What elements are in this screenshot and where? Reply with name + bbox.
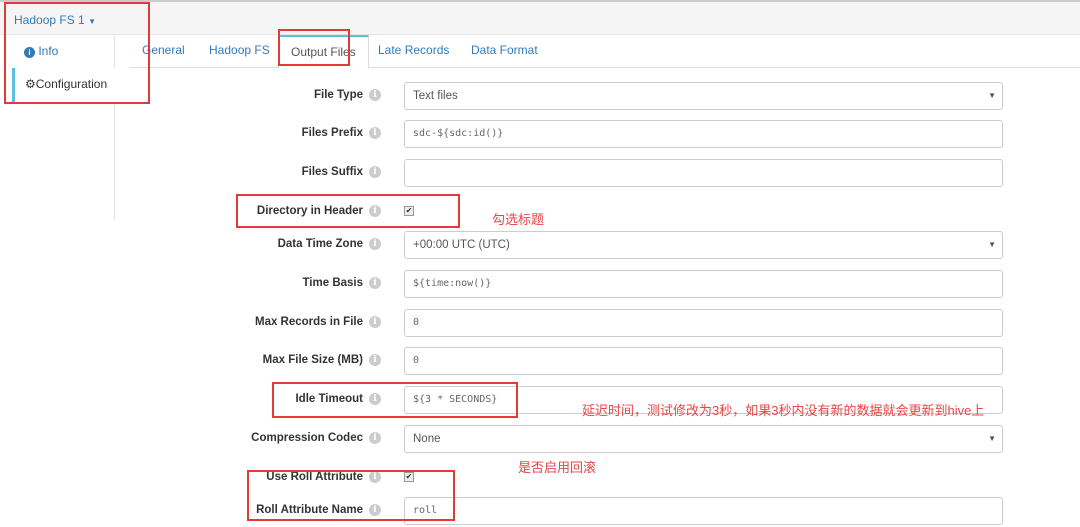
max-file-size-mb-input[interactable]: 0 — [404, 347, 1003, 375]
compression-codec-select[interactable]: None ▼ — [404, 425, 1003, 453]
config-tabs: General Hadoop FS Output Files Late Reco… — [130, 35, 1080, 69]
field-row-max-file-size-mb: Max File Size (MB) i 0 — [0, 347, 1080, 375]
field-label: Data Time Zone — [277, 238, 363, 250]
info-icon[interactable]: i — [369, 393, 381, 405]
select-value: +00:00 UTC (UTC) — [413, 239, 510, 251]
time-basis-input[interactable]: ${time:now()} — [404, 270, 1003, 298]
field-label: Max Records in File — [254, 316, 363, 328]
info-icon[interactable]: i — [369, 127, 381, 139]
field-label: Directory in Header — [256, 205, 363, 217]
info-icon[interactable]: i — [369, 205, 381, 217]
info-icon[interactable]: i — [369, 354, 381, 366]
field-label: Max File Size (MB) — [262, 354, 363, 366]
field-row-file-type: File Type i Text files ▼ — [0, 82, 1080, 110]
annotation-idle-timeout: 延迟时间，测试修改为3秒，如果3秒内没有新的数据就会更新到hive上 — [582, 403, 985, 418]
stage-title-dropdown[interactable]: Hadoop FS 1 ▼ — [14, 13, 96, 27]
field-label: Time Basis — [302, 277, 363, 289]
info-icon: i — [24, 47, 35, 58]
caret-down-icon: ▼ — [988, 240, 996, 249]
data-time-zone-select[interactable]: +00:00 UTC (UTC) ▼ — [404, 231, 1003, 259]
tab-late-records[interactable]: Late Records — [366, 35, 461, 68]
use-roll-attribute-checkbox[interactable]: ✔ — [404, 472, 414, 482]
tab-hadoop-fs[interactable]: Hadoop FS — [197, 35, 282, 68]
field-row-data-time-zone: Data Time Zone i +00:00 UTC (UTC) ▼ — [0, 231, 1080, 259]
info-icon[interactable]: i — [369, 471, 381, 483]
annotation-directory-header: 勾选标题 — [492, 212, 545, 227]
file-type-select[interactable]: Text files ▼ — [404, 82, 1003, 110]
caret-down-icon: ▼ — [988, 91, 996, 100]
annotation-roll-attribute: 是否启用回滚 — [518, 460, 597, 475]
info-icon[interactable]: i — [369, 166, 381, 178]
info-icon[interactable]: i — [369, 432, 381, 444]
stage-header: Hadoop FS 1 ▼ — [0, 0, 1080, 35]
files-suffix-input[interactable] — [404, 159, 1003, 187]
field-row-max-records-in-file: Max Records in File i 0 — [0, 309, 1080, 337]
info-icon[interactable]: i — [369, 238, 381, 250]
field-label: Use Roll Attribute — [266, 471, 363, 483]
stage-title: Hadoop FS 1 — [14, 13, 85, 27]
tab-data-format[interactable]: Data Format — [459, 35, 550, 68]
select-value: Text files — [413, 90, 458, 102]
info-icon[interactable]: i — [369, 316, 381, 328]
field-label: Compression Codec — [251, 432, 363, 444]
roll-attribute-name-input[interactable]: roll — [404, 497, 1003, 525]
field-row-time-basis: Time Basis i ${time:now()} — [0, 270, 1080, 298]
caret-down-icon: ▼ — [88, 17, 96, 26]
field-row-roll-attribute-name: Roll Attribute Name i roll — [0, 497, 1080, 525]
info-icon[interactable]: i — [369, 89, 381, 101]
field-row-compression-codec: Compression Codec i None ▼ — [0, 425, 1080, 453]
field-label: Roll Attribute Name — [256, 504, 363, 516]
sidebar-item-label: Info — [38, 44, 59, 58]
field-row-files-suffix: Files Suffix i — [0, 159, 1080, 187]
field-label: Files Prefix — [301, 127, 363, 139]
info-icon[interactable]: i — [369, 504, 381, 516]
max-records-in-file-input[interactable]: 0 — [404, 309, 1003, 337]
sidebar-item-info[interactable]: i Info — [12, 35, 115, 69]
caret-down-icon: ▼ — [988, 434, 996, 443]
field-label: Files Suffix — [301, 166, 363, 178]
select-value: None — [413, 433, 441, 445]
directory-in-header-checkbox[interactable]: ✔ — [404, 206, 414, 216]
field-row-files-prefix: Files Prefix i sdc-${sdc:id()} — [0, 120, 1080, 148]
field-label: Idle Timeout — [295, 393, 363, 405]
files-prefix-input[interactable]: sdc-${sdc:id()} — [404, 120, 1003, 148]
tab-output-files[interactable]: Output Files — [278, 35, 369, 69]
field-label: File Type — [314, 89, 363, 101]
info-icon[interactable]: i — [369, 277, 381, 289]
tab-general[interactable]: General — [130, 35, 197, 68]
